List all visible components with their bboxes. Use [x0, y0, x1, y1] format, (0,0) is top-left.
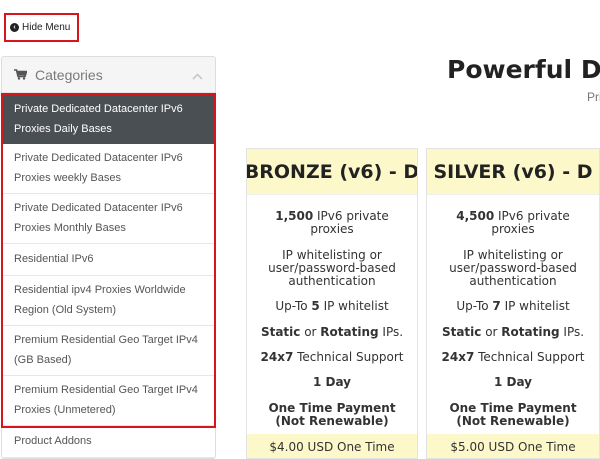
category-item-monthly[interactable]: Private Dedicated Datacenter IPv6 Proxie… [2, 194, 215, 244]
category-item-premium-gb[interactable]: Premium Residential Geo Target IPv4 (GB … [2, 326, 215, 376]
plan-support: 24x7 Technical Support [260, 350, 404, 364]
plan-support: 24x7 Technical Support [441, 350, 585, 364]
plan-proxies: 4,500 IPv6 private proxies [456, 209, 570, 236]
plan-name: BRONZE (v6) - D [247, 149, 417, 195]
categories-header[interactable]: Categories [2, 57, 215, 93]
plan-price: $4.00 USD One Time [247, 434, 417, 458]
hide-menu-button[interactable]: ‹ Hide Menu [4, 13, 79, 42]
plan-payment: One Time Payment (Not Renewable) [449, 401, 577, 428]
plan-whitelist: Up-To 7 IP whitelist [456, 299, 570, 313]
chevron-up-icon[interactable] [192, 67, 203, 83]
plan-auth: IP whitelisting or user/password-based a… [449, 248, 577, 288]
plan-whitelist: Up-To 5 IP whitelist [275, 299, 389, 313]
category-item-daily[interactable]: Private Dedicated Datacenter IPv6 Proxie… [2, 95, 215, 144]
category-list: Private Dedicated Datacenter IPv6 Proxie… [2, 95, 215, 458]
categories-title: Categories [35, 66, 103, 83]
plan-auth: IP whitelisting or user/password-based a… [268, 248, 396, 288]
category-item-premium-unmetered[interactable]: Premium Residential Geo Target IPv4 Prox… [2, 376, 215, 426]
hide-menu-label: Hide Menu [22, 22, 71, 33]
plan-duration: 1 Day [493, 375, 533, 389]
category-item-residential-ipv4-worldwide[interactable]: Residential ipv4 Proxies Worldwide Regio… [2, 276, 215, 326]
category-item-product-addons[interactable]: Product Addons [2, 426, 215, 458]
plan-card-bronze: BRONZE (v6) - D 1,500 IPv6 private proxi… [246, 148, 418, 459]
page-title: Powerful Dat [447, 55, 600, 84]
plan-price: $5.00 USD One Time [427, 434, 599, 458]
category-item-weekly[interactable]: Private Dedicated Datacenter IPv6 Proxie… [2, 144, 215, 194]
category-item-residential-ipv6[interactable]: Residential IPv6 [2, 244, 215, 276]
plan-duration: 1 Day [312, 375, 352, 389]
plan-proxies: 1,500 IPv6 private proxies [275, 209, 389, 236]
page-subtitle: Pri [587, 90, 600, 104]
shopping-cart-icon [14, 69, 27, 80]
plan-ip-type: Static or Rotating IPs. [441, 325, 585, 339]
plan-payment: One Time Payment (Not Renewable) [268, 401, 396, 428]
categories-panel: Categories Private Dedicated Datacenter … [1, 56, 216, 459]
plan-ip-type: Static or Rotating IPs. [260, 325, 404, 339]
plan-card-silver: SILVER (v6) - D 4,500 IPv6 private proxi… [426, 148, 600, 459]
plan-name: SILVER (v6) - D [427, 149, 599, 195]
arrow-circle-left-icon: ‹ [10, 23, 19, 32]
